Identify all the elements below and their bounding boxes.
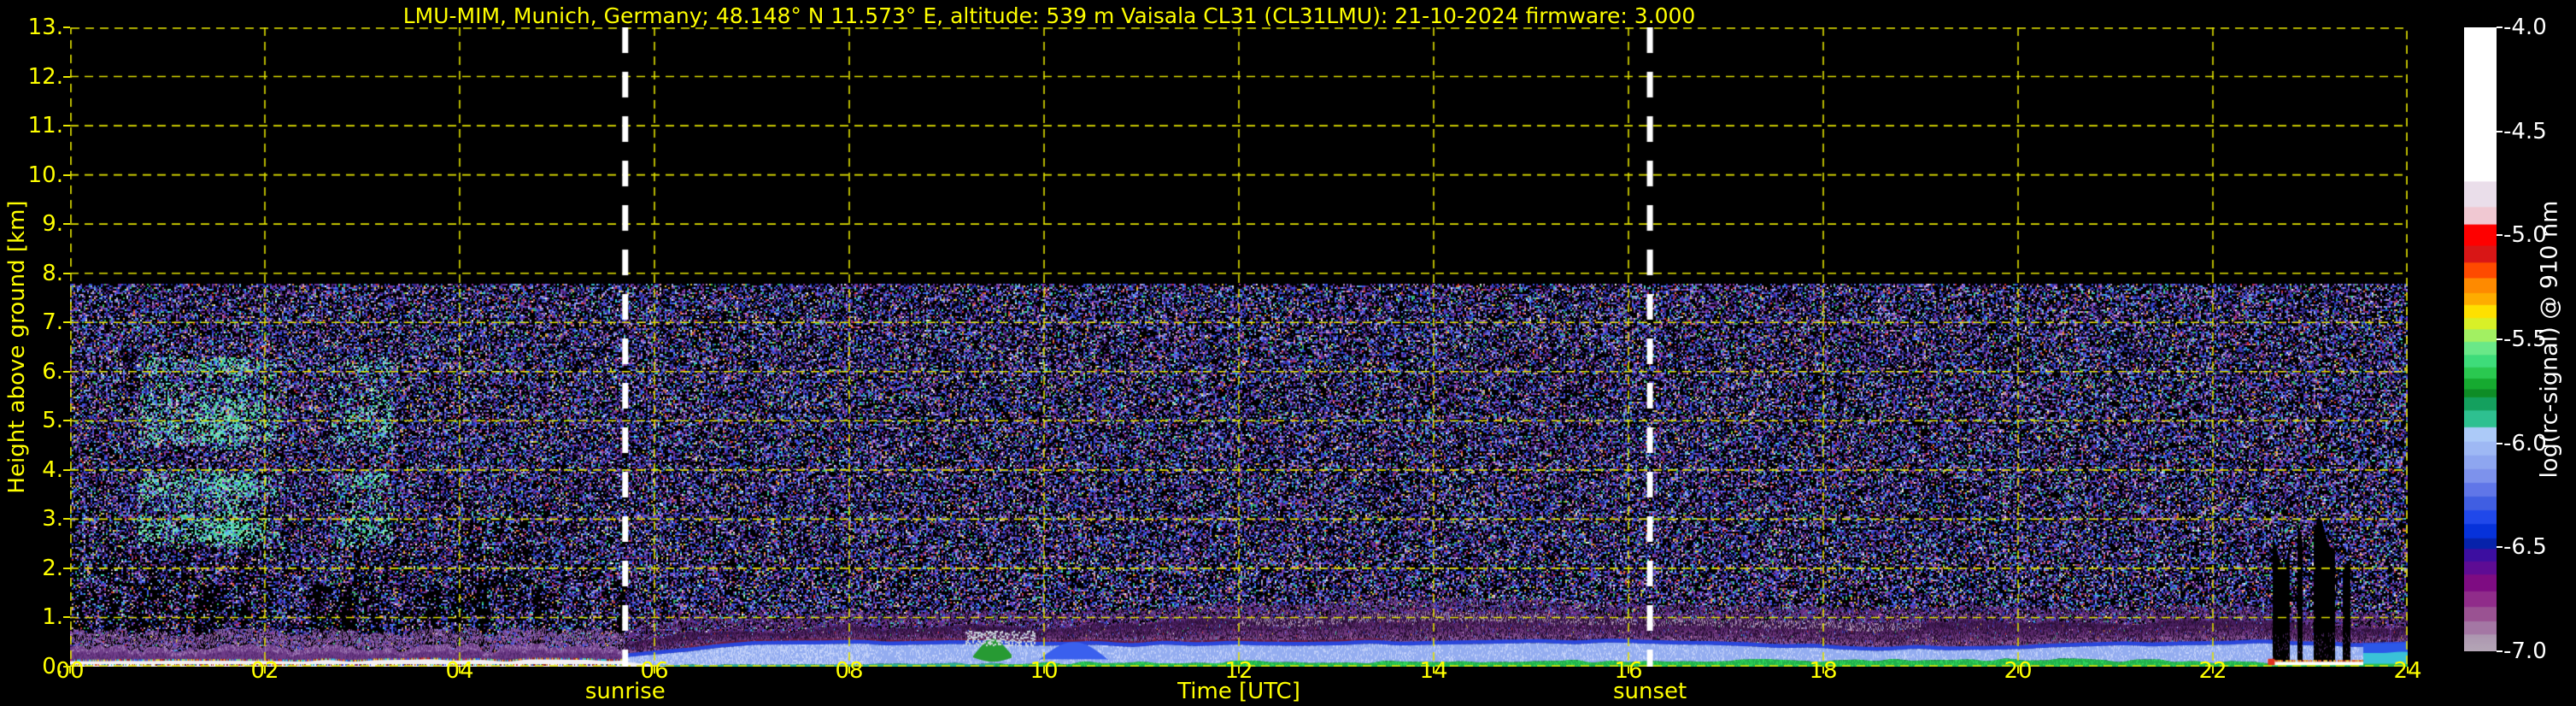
colorbar-tick-mark (2497, 26, 2503, 28)
x-tick-mark (1628, 667, 1629, 674)
x-tick-mark (654, 667, 655, 674)
colorbar-label: log(rc-signal) @ 910 nm (2537, 201, 2563, 479)
sunrise-label: sunrise (585, 679, 666, 704)
colorbar-tick-mark (2497, 131, 2503, 132)
plot-area (70, 27, 2408, 667)
colorbar-tick-label: -4.0 (2503, 15, 2547, 40)
x-tick-mark (1822, 667, 1824, 674)
y-tick-mark (63, 568, 70, 569)
colorbar-tick-mark (2497, 546, 2503, 548)
y-tick-label: 1. (0, 604, 63, 630)
y-tick-label: 8. (0, 261, 63, 286)
x-tick-mark (2017, 667, 2019, 674)
x-tick-mark (459, 667, 461, 674)
y-tick-mark (63, 666, 70, 668)
y-tick-label: 9. (0, 211, 63, 237)
x-tick-mark (264, 667, 266, 674)
sunset-label: sunset (1613, 679, 1687, 704)
y-tick-mark (63, 616, 70, 618)
y-tick-label: 11. (0, 113, 63, 138)
y-tick-mark (63, 321, 70, 323)
x-tick-mark (2407, 667, 2409, 674)
colorbar-tick-mark (2497, 234, 2503, 236)
y-tick-mark (63, 469, 70, 471)
colorbar-tick-mark (2497, 443, 2503, 444)
colorbar-tick-label: -6.5 (2503, 534, 2547, 560)
page-title: LMU-MIM, Munich, Germany; 48.148° N 11.5… (403, 3, 1696, 28)
y-tick-label: 2. (0, 556, 63, 581)
colorbar-tick-label: -4.5 (2503, 119, 2547, 144)
y-tick-label: 0. (0, 654, 63, 680)
y-tick-label: 13. (0, 15, 63, 40)
y-tick-label: 6. (0, 359, 63, 385)
x-tick-mark (1238, 667, 1240, 674)
x-tick-mark (1043, 667, 1045, 674)
colorbar-tick-mark (2497, 650, 2503, 652)
colorbar-tick-label: -7.0 (2503, 638, 2547, 664)
y-tick-label: 5. (0, 408, 63, 433)
colorbar-tick-mark (2497, 338, 2503, 340)
y-tick-mark (63, 125, 70, 126)
x-tick-mark (2212, 667, 2214, 674)
y-tick-mark (63, 26, 70, 28)
y-tick-label: 10. (0, 162, 63, 188)
ceilometer-quicklook-figure: LMU-MIM, Munich, Germany; 48.148° N 11.5… (0, 0, 2576, 706)
y-tick-label: 3. (0, 506, 63, 532)
y-tick-label: 4. (0, 457, 63, 483)
y-axis-label: Height above ground [km] (4, 200, 30, 493)
y-tick-mark (63, 371, 70, 373)
y-tick-mark (63, 174, 70, 176)
x-tick-mark (848, 667, 850, 674)
x-tick-mark (1433, 667, 1435, 674)
y-tick-mark (63, 420, 70, 421)
x-tick-mark (69, 667, 71, 674)
y-tick-mark (63, 76, 70, 78)
y-tick-mark (63, 273, 70, 274)
y-tick-mark (63, 518, 70, 520)
colorbar (2464, 27, 2497, 651)
y-tick-label: 12. (0, 64, 63, 90)
y-tick-mark (63, 223, 70, 225)
heatmap-canvas (70, 27, 2408, 667)
y-tick-label: 7. (0, 309, 63, 335)
